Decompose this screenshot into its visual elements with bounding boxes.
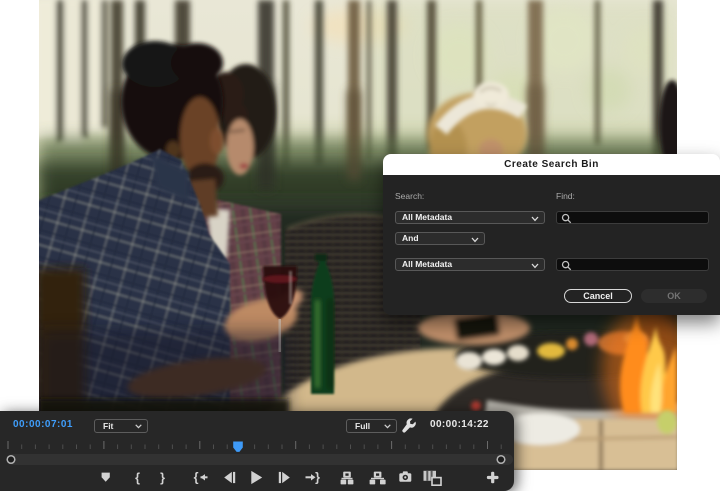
svg-text:{: { bbox=[135, 471, 140, 485]
svg-text:}: } bbox=[315, 471, 320, 485]
svg-text:}: } bbox=[160, 471, 165, 485]
svg-text:{: { bbox=[194, 471, 199, 485]
